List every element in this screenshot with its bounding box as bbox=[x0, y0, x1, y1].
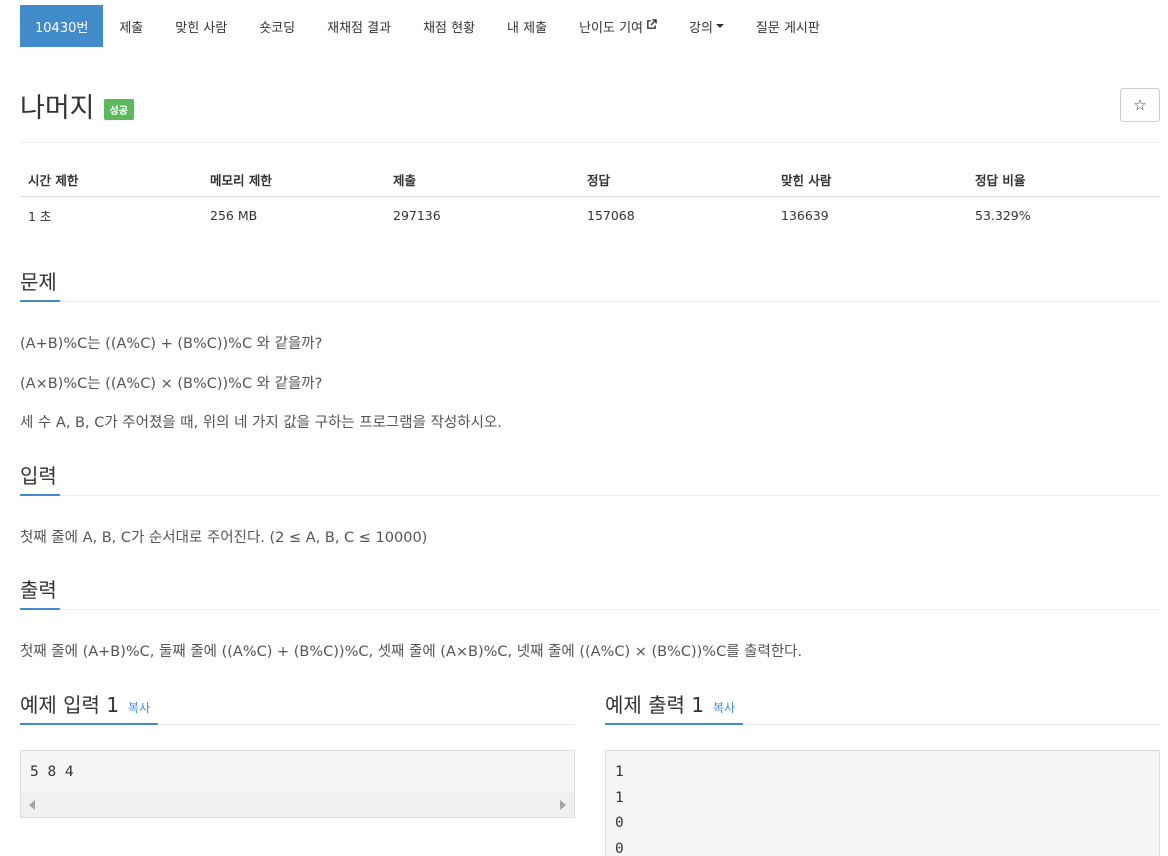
sample-output-box[interactable]: 1 1 0 0 bbox=[605, 750, 1160, 856]
table-header-row: 시간 제한 메모리 제한 제출 정답 맞힌 사람 정답 비율 bbox=[20, 163, 1160, 197]
header-solvers: 맞힌 사람 bbox=[781, 173, 832, 188]
nav-tab-problem-label: 10430번 bbox=[35, 20, 89, 36]
sample-output-line: 1 bbox=[615, 764, 624, 780]
sample-input-title: 예제 입력 1 bbox=[20, 693, 120, 717]
sample-output-heading: 예제 출력 1 복사 bbox=[605, 689, 735, 718]
problem-info-table: 시간 제한 메모리 제한 제출 정답 맞힌 사람 정답 비율 1 초 256 M… bbox=[20, 163, 1160, 233]
description-divider bbox=[20, 300, 1160, 302]
nav-tab-short-coding-label: 숏코딩 bbox=[259, 20, 296, 36]
scroll-right-icon[interactable] bbox=[560, 800, 566, 810]
sample-input-divider bbox=[20, 723, 575, 725]
nav-tab-problem[interactable]: 10430번 bbox=[20, 5, 104, 47]
input-description: 첫째 줄에 A, B, C가 순서대로 주어진다. (2 ≤ A, B, C ≤… bbox=[20, 530, 428, 546]
problem-header: 나머지 성공 bbox=[20, 86, 134, 125]
sample-output-title: 예제 출력 1 bbox=[605, 693, 705, 717]
nav-tab-board[interactable]: 질문 게시판 bbox=[740, 5, 836, 47]
nav-tab-difficulty-label: 난이도 기여 bbox=[579, 20, 643, 36]
header-accepted: 정답 bbox=[587, 173, 611, 188]
problem-nav: 10430번 제출 맞힌 사람 숏코딩 재채점 결과 채점 현황 내 제출 난이… bbox=[20, 5, 836, 47]
external-link-icon bbox=[646, 19, 657, 33]
time-limit-value: 1 초 bbox=[28, 208, 52, 224]
title-divider bbox=[20, 142, 1160, 143]
description-line: 세 수 A, B, C가 주어졌을 때, 위의 네 가지 값을 구하는 프로그램… bbox=[20, 415, 502, 431]
horizontal-scrollbar[interactable] bbox=[21, 792, 574, 817]
nav-tab-lectures-label: 강의 bbox=[689, 20, 713, 36]
nav-tab-submit-label: 제출 bbox=[119, 20, 144, 36]
status-badge: 성공 bbox=[103, 98, 134, 120]
nav-tab-my-submissions[interactable]: 내 제출 bbox=[491, 5, 563, 47]
scroll-left-icon[interactable] bbox=[29, 800, 35, 810]
sample-output-divider bbox=[605, 723, 1160, 725]
star-icon: ☆ bbox=[1133, 96, 1147, 114]
nav-tab-rejudge[interactable]: 재채점 결과 bbox=[311, 5, 407, 47]
nav-tab-status-label: 채점 현황 bbox=[423, 20, 476, 36]
copy-sample-input-button[interactable]: 복사 bbox=[128, 699, 150, 716]
nav-tab-solved-users-label: 맞힌 사람 bbox=[175, 20, 228, 36]
input-heading: 입력 bbox=[20, 464, 57, 488]
sample-output-line: 0 bbox=[615, 815, 624, 831]
accepted-value: 157068 bbox=[587, 207, 635, 223]
description-line: (A×B)%C는 ((A%C) × (B%C))%C 와 같을까? bbox=[20, 376, 323, 392]
sample-output-line: 0 bbox=[615, 840, 624, 856]
sample-input-heading: 예제 입력 1 복사 bbox=[20, 689, 150, 718]
copy-sample-output-button[interactable]: 복사 bbox=[713, 699, 735, 716]
input-divider bbox=[20, 494, 1160, 496]
output-heading: 출력 bbox=[20, 578, 57, 602]
nav-tab-status[interactable]: 채점 현황 bbox=[407, 5, 491, 47]
nav-tab-lectures[interactable]: 강의 bbox=[673, 5, 740, 47]
description-heading: 문제 bbox=[20, 270, 57, 294]
nav-tab-short-coding[interactable]: 숏코딩 bbox=[243, 5, 311, 47]
sample-output-line: 1 bbox=[615, 789, 624, 806]
nav-tab-rejudge-label: 재채점 결과 bbox=[327, 20, 392, 36]
caret-down-icon bbox=[715, 24, 724, 28]
table-row: 1 초 256 MB 297136 157068 136639 53.329% bbox=[20, 197, 1160, 233]
memory-limit-value: 256 MB bbox=[210, 207, 258, 223]
nav-tab-my-submissions-label: 내 제출 bbox=[507, 20, 548, 36]
description-line: (A+B)%C는 ((A%C) + (B%C))%C 와 같을까? bbox=[20, 336, 323, 352]
output-description: 첫째 줄에 (A+B)%C, 둘째 줄에 ((A%C) + (B%C))%C, … bbox=[20, 644, 803, 660]
ratio-value: 53.329% bbox=[975, 207, 1031, 223]
output-divider bbox=[20, 608, 1160, 610]
nav-tab-solved-users[interactable]: 맞힌 사람 bbox=[159, 5, 243, 47]
nav-tab-board-label: 질문 게시판 bbox=[755, 20, 820, 36]
nav-tab-submit[interactable]: 제출 bbox=[103, 5, 159, 47]
sample-input-box[interactable]: 5 8 4 bbox=[20, 750, 575, 818]
solvers-value: 136639 bbox=[781, 207, 829, 223]
favorite-button[interactable]: ☆ bbox=[1120, 88, 1160, 122]
header-time-limit: 시간 제한 bbox=[28, 173, 79, 188]
nav-tab-difficulty[interactable]: 난이도 기여 bbox=[563, 5, 673, 47]
header-memory-limit: 메모리 제한 bbox=[210, 173, 272, 188]
header-submissions: 제출 bbox=[393, 173, 417, 188]
sample-input-line: 5 8 4 bbox=[30, 764, 74, 780]
header-ratio: 정답 비율 bbox=[975, 173, 1026, 188]
problem-title: 나머지 bbox=[20, 93, 95, 124]
submissions-value: 297136 bbox=[393, 207, 441, 223]
